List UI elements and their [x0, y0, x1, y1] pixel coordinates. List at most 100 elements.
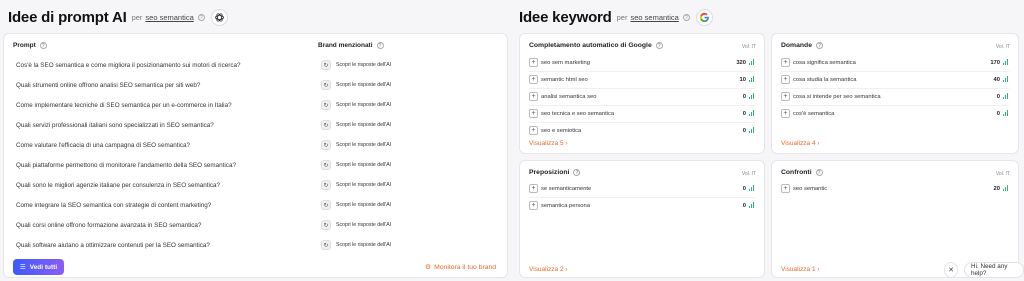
trend-icon: [1003, 76, 1008, 82]
discover-ai-answers[interactable]: ↻ Scopri le risposte dell'AI: [321, 100, 391, 110]
column-header-prompt-label: Prompt: [13, 42, 36, 49]
add-icon[interactable]: +: [781, 58, 790, 67]
table-row[interactable]: Quali software aiutano a ottimizzare con…: [4, 235, 507, 255]
table-row[interactable]: Quali servizi professionali italiani son…: [4, 115, 507, 135]
refresh-icon[interactable]: ↻: [321, 140, 331, 150]
discover-ai-answers[interactable]: ↻ Scopri le risposte dell'AI: [321, 140, 391, 150]
add-icon[interactable]: +: [529, 201, 538, 210]
monitor-brand-link[interactable]: ⚙ Monitora il tuo brand: [425, 263, 496, 272]
brand-label: Scopri le risposte dell'AI: [336, 162, 392, 168]
discover-ai-answers[interactable]: ↻ Scopri le risposte dell'AI: [321, 80, 391, 90]
table-row[interactable]: Quali corsi online offrono formazione av…: [4, 215, 507, 235]
brand-label: Scopri le risposte dell'AI: [336, 142, 392, 148]
list-item[interactable]: + analisi semantica seo 0: [529, 91, 755, 102]
refresh-icon[interactable]: ↻: [321, 160, 331, 170]
view-more-link[interactable]: Visualizza 5 ›: [529, 140, 568, 147]
add-icon[interactable]: +: [781, 109, 790, 118]
table-row[interactable]: Come integrare la SEO semantica con stra…: [4, 195, 507, 215]
keyword-link[interactable]: seo semantica: [630, 13, 678, 22]
table-row[interactable]: Quali strumenti online offrono analisi S…: [4, 75, 507, 95]
keyword-text: seo semantic: [793, 185, 828, 192]
trend-icon: [749, 127, 754, 133]
discover-ai-answers[interactable]: ↻ Scopri le risposte dell'AI: [321, 220, 391, 230]
volume-header: Vol. IT: [995, 171, 1010, 177]
brand-label: Scopri le risposte dell'AI: [336, 182, 392, 188]
prompt-text: Come integrare la SEO semantica con stra…: [16, 201, 212, 209]
brand-label: Scopri le risposte dell'AI: [336, 102, 392, 108]
table-row[interactable]: Come valutare l'efficacia di una campagn…: [4, 135, 507, 155]
list-item[interactable]: + semantic html seo 10: [529, 74, 755, 85]
list-icon: ☰: [19, 264, 26, 271]
add-icon[interactable]: +: [529, 184, 538, 193]
discover-ai-answers[interactable]: ↻ Scopri le risposte dell'AI: [321, 60, 391, 70]
trend-icon: [1003, 93, 1008, 99]
add-icon[interactable]: +: [529, 58, 538, 67]
prompt-text: Quali strumenti online offrono analisi S…: [16, 81, 201, 89]
list-item[interactable]: + seo tecnica e seo semantica 0: [529, 108, 755, 119]
refresh-icon[interactable]: ↻: [321, 180, 331, 190]
chevron-right-icon: ›: [565, 140, 568, 147]
help-icon[interactable]: ?: [573, 169, 581, 176]
list-item[interactable]: + seo e semiotica 0: [529, 125, 755, 136]
help-icon[interactable]: ?: [815, 42, 823, 49]
help-icon[interactable]: ?: [682, 14, 690, 21]
list-item[interactable]: + cos'è semantica 0: [781, 108, 1009, 119]
help-icon[interactable]: ?: [655, 42, 663, 49]
prompt-text: Come valutare l'efficacia di una campagn…: [16, 141, 190, 149]
help-icon[interactable]: ?: [376, 42, 384, 49]
refresh-icon[interactable]: ↻: [321, 100, 331, 110]
view-all-button[interactable]: ☰ Vedi tutti: [13, 259, 64, 275]
refresh-icon[interactable]: ↻: [321, 200, 331, 210]
help-icon[interactable]: ?: [815, 169, 823, 176]
refresh-icon[interactable]: ↻: [321, 80, 331, 90]
discover-ai-answers[interactable]: ↻ Scopri le risposte dell'AI: [321, 240, 391, 250]
card-title: Preposizioni?: [529, 169, 581, 176]
keyword-text: semantic html seo: [541, 76, 588, 83]
table-row[interactable]: Cos'è la SEO semantica e come migliora i…: [4, 55, 507, 75]
view-more-link[interactable]: Visualizza 4 ›: [781, 140, 820, 147]
volume-header: Vol. IT: [741, 171, 756, 177]
table-row[interactable]: Quali piattaforme permettono di monitora…: [4, 155, 507, 175]
volume-value: 10: [739, 76, 746, 83]
chat-bubble[interactable]: Hi. Need any help?: [964, 262, 1024, 278]
discover-ai-answers[interactable]: ↻ Scopri le risposte dell'AI: [321, 180, 391, 190]
discover-ai-answers[interactable]: ↻ Scopri le risposte dell'AI: [321, 200, 391, 210]
table-row[interactable]: Quali sono le migliori agenzie italiane …: [4, 175, 507, 195]
help-icon[interactable]: ?: [39, 42, 47, 49]
refresh-icon[interactable]: ↻: [321, 120, 331, 130]
list-item[interactable]: + semantica persona 0: [529, 200, 755, 211]
brand-label: Scopri le risposte dell'AI: [336, 222, 392, 228]
keyword-text: cosa studia la semantica: [793, 76, 857, 83]
add-icon[interactable]: +: [781, 75, 790, 84]
comparisons-card: Confronti? Vol. IT + seo semantic 20 Visua…: [771, 160, 1019, 278]
discover-ai-answers[interactable]: ↻ Scopri le risposte dell'AI: [321, 120, 391, 130]
keyword-link[interactable]: seo semantica: [145, 13, 193, 22]
prompt-text: Come implementare tecniche di SEO semant…: [16, 101, 232, 109]
refresh-icon[interactable]: ↻: [321, 60, 331, 70]
help-icon[interactable]: ?: [197, 14, 205, 21]
add-icon[interactable]: +: [529, 109, 538, 118]
view-more-link[interactable]: Visualizza 2 ›: [529, 266, 568, 273]
list-item[interactable]: + cosa si intende per seo semantica 0: [781, 91, 1009, 102]
add-icon[interactable]: +: [529, 126, 538, 135]
table-row[interactable]: Come implementare tecniche di SEO semant…: [4, 95, 507, 115]
comparisons-title: Confronti: [781, 169, 812, 176]
refresh-icon[interactable]: ↻: [321, 220, 331, 230]
add-icon[interactable]: +: [529, 75, 538, 84]
keyword-text: cosa si intende per seo semantica: [793, 93, 881, 100]
list-item[interactable]: + cosa studia la semantica 40: [781, 74, 1009, 85]
add-icon[interactable]: +: [781, 184, 790, 193]
prompt-text: Quali servizi professionali italiani son…: [16, 121, 214, 129]
list-item[interactable]: + cosa significa semantica 170: [781, 57, 1009, 68]
discover-ai-answers[interactable]: ↻ Scopri le risposte dell'AI: [321, 160, 391, 170]
view-more-link[interactable]: Visualizza 1 ›: [781, 266, 820, 273]
close-icon[interactable]: ✕: [944, 262, 959, 278]
volume-value: 0: [742, 110, 746, 117]
list-item[interactable]: + se semanticamente 0: [529, 183, 755, 194]
list-item[interactable]: + seo semantic 20: [781, 183, 1009, 194]
brand-monitor-icon: ⚙: [425, 264, 432, 271]
list-item[interactable]: + seo sem marketing 320: [529, 57, 755, 68]
add-icon[interactable]: +: [781, 92, 790, 101]
add-icon[interactable]: +: [529, 92, 538, 101]
refresh-icon[interactable]: ↻: [321, 240, 331, 250]
